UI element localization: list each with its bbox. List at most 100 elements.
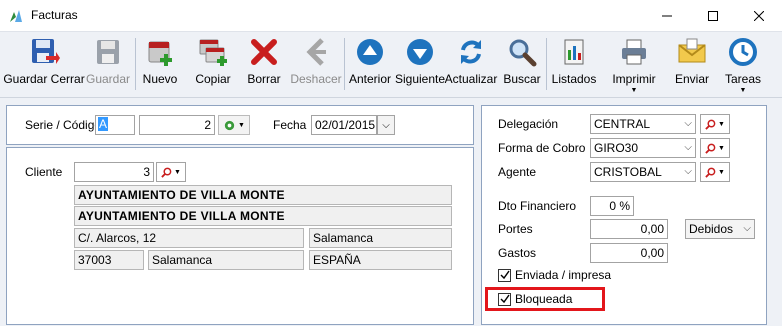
fecha-input[interactable]: 02/01/2015: [311, 115, 377, 135]
toolbar: Guardar Cerrar Guardar Nuevo Copiar Borr…: [0, 31, 782, 98]
copiar-button[interactable]: Copiar: [192, 34, 234, 96]
portes-label: Portes: [498, 222, 533, 236]
chevron-down-icon: ⌵: [743, 223, 751, 234]
app-icon: [10, 10, 22, 22]
dropdown-arrow-icon: ▼: [718, 168, 725, 176]
gastos-input[interactable]: 0,00: [590, 243, 668, 263]
dropdown-arrow-icon: ▼: [739, 87, 747, 94]
fecha-label: Fecha: [273, 118, 307, 132]
cliente-lookup-button[interactable]: ▼: [156, 162, 186, 182]
fecha-dropdown-button[interactable]: ⌵: [377, 115, 395, 135]
search-icon: [161, 167, 172, 178]
close-icon: [754, 10, 764, 21]
printer-icon: [622, 39, 646, 65]
window-title: Facturas: [31, 8, 78, 22]
refresh-icon: [461, 40, 481, 64]
delegacion-select[interactable]: CENTRAL ⌵: [590, 114, 696, 134]
search-icon: [705, 119, 716, 130]
dropdown-arrow-icon: ▼: [174, 168, 181, 176]
chevron-down-icon: ⌵: [382, 119, 390, 131]
down-arrow-icon: [407, 39, 433, 65]
forma-cobro-select[interactable]: GIRO30 ⌵: [590, 138, 696, 158]
delegacion-label: Delegación: [498, 117, 559, 131]
dropdown-arrow-icon: ▼: [238, 121, 245, 129]
toolbar-separator: [546, 38, 547, 90]
imprimir-button[interactable]: Imprimir ▼: [608, 34, 660, 96]
new-icon: [148, 41, 172, 66]
enviada-label: Enviada / impresa: [515, 268, 612, 282]
cliente-label: Cliente: [25, 165, 63, 179]
search-icon: [705, 143, 716, 154]
portes-input[interactable]: 0,00: [590, 219, 668, 239]
codigo-options-button[interactable]: ▼: [218, 115, 250, 135]
enviar-button[interactable]: Enviar: [672, 34, 712, 96]
delete-icon: [251, 39, 277, 65]
codigo-input[interactable]: 2: [139, 115, 215, 135]
anterior-button[interactable]: Anterior: [347, 34, 393, 96]
cliente-code-input[interactable]: 3: [74, 162, 154, 182]
maximize-icon: [708, 10, 718, 21]
toolbar-separator: [135, 38, 136, 90]
buscar-button[interactable]: Buscar: [503, 34, 541, 96]
bloqueada-label: Bloqueada: [515, 292, 573, 306]
serie-input[interactable]: A: [95, 115, 135, 135]
cliente-postal: 37003: [74, 250, 144, 270]
content-area: Serie / Código A 2 ▼ Fecha 02/01/2015 ⌵ …: [0, 98, 782, 326]
search-icon: [509, 39, 537, 67]
cliente-name-1: AYUNTAMIENTO DE VILLA MONTE: [74, 185, 452, 205]
dto-financiero-input[interactable]: 0 %: [590, 196, 634, 216]
portes-type-select[interactable]: Debidos ⌵: [685, 219, 755, 239]
chevron-down-icon: ⌵: [684, 166, 692, 177]
serie-label: Serie / Código: [25, 118, 102, 132]
dto-financiero-label: Dto Financiero: [498, 199, 577, 213]
bloqueada-checkbox[interactable]: Bloqueada: [498, 292, 572, 306]
listados-button[interactable]: Listados: [550, 34, 598, 96]
checkmark-icon: [500, 270, 510, 280]
guardar-cerrar-button[interactable]: Guardar Cerrar: [3, 34, 85, 96]
search-icon: [705, 167, 716, 178]
cliente-city-right: Salamanca: [309, 228, 452, 248]
guardar-button[interactable]: Guardar: [86, 34, 130, 96]
enviada-checkbox[interactable]: Enviada / impresa: [498, 268, 611, 282]
forma-cobro-label: Forma de Cobro: [498, 141, 586, 155]
borrar-button[interactable]: Borrar: [244, 34, 284, 96]
undo-icon: [306, 38, 326, 66]
dropdown-arrow-icon: ▼: [630, 87, 638, 94]
dropdown-arrow-icon: ▼: [718, 120, 725, 128]
agente-label: Agente: [498, 165, 537, 179]
chevron-down-icon: ⌵: [684, 142, 692, 153]
forma-cobro-lookup-button[interactable]: ▼: [700, 138, 730, 158]
save-disabled-icon: [97, 40, 119, 64]
report-icon: [564, 39, 584, 65]
cliente-panel: Cliente 3 ▼ AYUNTAMIENTO DE VILLA MONTE …: [6, 147, 474, 325]
cliente-city: Salamanca: [148, 250, 304, 270]
agente-select[interactable]: CRISTOBAL ⌵: [590, 162, 696, 182]
gastos-label: Gastos: [498, 246, 537, 260]
agente-lookup-button[interactable]: ▼: [700, 162, 730, 182]
maximize-button[interactable]: [690, 0, 736, 31]
right-panel: Delegación CENTRAL ⌵ ▼ Forma de Cobro GI…: [481, 105, 767, 325]
mail-icon: [678, 38, 706, 63]
delegacion-lookup-button[interactable]: ▼: [700, 114, 730, 134]
checkbox-box[interactable]: [498, 268, 511, 282]
checkmark-icon: [500, 294, 510, 304]
minimize-button[interactable]: [644, 0, 690, 31]
title-bar: Facturas: [0, 0, 782, 31]
actualizar-button[interactable]: Actualizar: [445, 34, 497, 96]
header-panel: Serie / Código A 2 ▼ Fecha 02/01/2015 ⌵: [6, 105, 474, 145]
gear-icon: [224, 120, 235, 130]
cliente-address: C/. Alarcos, 12: [74, 228, 304, 248]
chevron-down-icon: ⌵: [684, 118, 692, 129]
checkbox-box[interactable]: [498, 292, 511, 306]
dropdown-arrow-icon: ▼: [718, 144, 725, 152]
copy-icon: [199, 39, 227, 66]
cliente-name-2: AYUNTAMIENTO DE VILLA MONTE: [74, 206, 452, 226]
siguiente-button[interactable]: Siguiente: [395, 34, 445, 96]
toolbar-separator: [344, 38, 345, 90]
minimize-icon: [662, 15, 672, 16]
nuevo-button[interactable]: Nuevo: [140, 34, 180, 96]
tareas-button[interactable]: Tareas ▼: [722, 34, 764, 96]
up-arrow-icon: [357, 39, 383, 65]
deshacer-button[interactable]: Deshacer: [290, 34, 342, 96]
close-button[interactable]: [736, 0, 782, 31]
